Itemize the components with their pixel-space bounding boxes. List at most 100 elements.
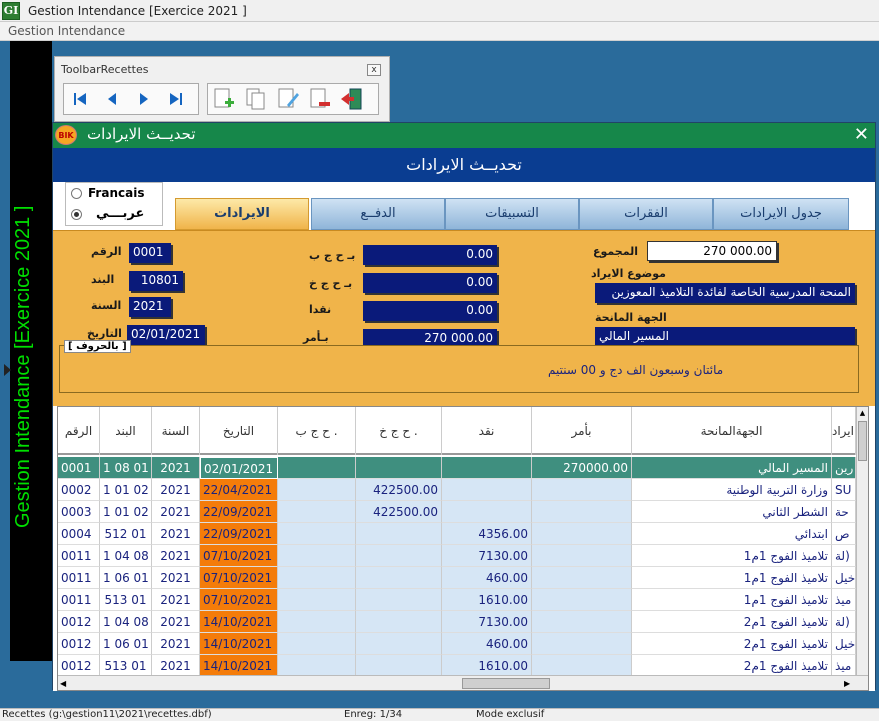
cell-year[interactable]: 2021	[152, 501, 200, 523]
cell-order[interactable]	[532, 523, 632, 545]
cell-revenue[interactable]: ص	[832, 523, 856, 545]
cell-number[interactable]: 0011	[58, 589, 100, 611]
cell-year[interactable]: 2021	[152, 611, 200, 633]
item-field[interactable]: 10801	[129, 271, 183, 291]
table-row[interactable]: 0002 1 01 02 2021 22/04/2021 422500.00 وزارة …	[58, 479, 856, 501]
cell-ccp[interactable]	[278, 523, 356, 545]
cell-number[interactable]: 0003	[58, 501, 100, 523]
col-year[interactable]: السنة	[152, 407, 200, 455]
cell-treasury[interactable]	[356, 567, 442, 589]
cell-revenue[interactable]: لة)	[832, 545, 856, 567]
cell-item[interactable]: 1 06 01	[100, 633, 152, 655]
cell-revenue[interactable]: ميذ	[832, 589, 856, 611]
treasury-field[interactable]: 0.00	[363, 273, 497, 293]
cell-revenue[interactable]: ميذ	[832, 655, 856, 677]
cell-ccp[interactable]	[278, 655, 356, 677]
cell-number[interactable]: 0011	[58, 545, 100, 567]
grid-vertical-scrollbar[interactable]: ▲	[856, 407, 868, 675]
col-donor[interactable]: الجهةالمانحة	[632, 407, 832, 455]
subject-field[interactable]: المنحة المدرسية الخاصة لفائدة التلاميذ ا…	[595, 283, 855, 303]
cell-ccp[interactable]	[278, 567, 356, 589]
cell-donor[interactable]: تلاميذ الفوج 1م1	[632, 589, 832, 611]
cell-year[interactable]: 2021	[152, 567, 200, 589]
cell-ccp[interactable]	[278, 501, 356, 523]
delete-record-button[interactable]	[304, 84, 336, 114]
radio-francais[interactable]	[71, 188, 82, 199]
cell-date[interactable]: 22/09/2021	[200, 523, 278, 545]
col-revenue[interactable]: ايراد	[832, 407, 856, 455]
cell-date[interactable]: 14/10/2021	[200, 633, 278, 655]
cell-revenue[interactable]: لة)	[832, 611, 856, 633]
cell-year[interactable]: 2021	[152, 479, 200, 501]
cell-treasury[interactable]: 422500.00	[356, 501, 442, 523]
add-record-button[interactable]	[208, 84, 240, 114]
cell-order[interactable]	[532, 655, 632, 677]
cell-order[interactable]	[532, 479, 632, 501]
scroll-right-icon[interactable]: ▶	[844, 678, 854, 689]
cell-treasury[interactable]	[356, 457, 442, 479]
cell-treasury[interactable]: 422500.00	[356, 479, 442, 501]
cell-treasury[interactable]	[356, 523, 442, 545]
cell-revenue[interactable]: خيل	[832, 633, 856, 655]
cell-ccp[interactable]	[278, 611, 356, 633]
cell-item[interactable]: 1 04 08	[100, 545, 152, 567]
tab-paragraphs[interactable]: الفقرات	[579, 198, 713, 230]
cell-cash[interactable]	[442, 457, 532, 479]
table-row[interactable]: 0012 1 06 01 2021 14/10/2021 460.00 تلاميذ ال…	[58, 633, 856, 655]
edit-record-button[interactable]	[272, 84, 304, 114]
cell-date[interactable]: 14/10/2021	[200, 611, 278, 633]
cell-item[interactable]: 1 04 08	[100, 611, 152, 633]
grid-horizontal-scrollbar[interactable]: ◀ ▶	[58, 675, 868, 690]
donor-field[interactable]: المسير المالي	[595, 327, 855, 347]
cell-cash[interactable]: 1610.00	[442, 589, 532, 611]
cell-item[interactable]: 1 08 01	[100, 457, 152, 479]
cell-revenue[interactable]: خيل	[832, 567, 856, 589]
previous-record-button[interactable]	[96, 84, 128, 114]
cell-order[interactable]	[532, 501, 632, 523]
cell-treasury[interactable]	[356, 589, 442, 611]
cell-year[interactable]: 2021	[152, 633, 200, 655]
cell-treasury[interactable]	[356, 611, 442, 633]
scroll-up-icon[interactable]: ▲	[858, 409, 867, 417]
cell-item[interactable]: 513 01	[100, 589, 152, 611]
cell-ccp[interactable]	[278, 633, 356, 655]
cell-treasury[interactable]	[356, 633, 442, 655]
cell-number[interactable]: 0004	[58, 523, 100, 545]
cell-number[interactable]: 0012	[58, 633, 100, 655]
tab-payment[interactable]: الدفــع	[311, 198, 445, 230]
next-record-button[interactable]	[128, 84, 160, 114]
date-field[interactable]: 02/01/2021	[127, 325, 205, 345]
cell-treasury[interactable]	[356, 545, 442, 567]
exit-button[interactable]	[336, 84, 368, 114]
cell-ccp[interactable]	[278, 479, 356, 501]
col-date[interactable]: التاريخ	[200, 407, 278, 455]
cell-revenue[interactable]: SU	[832, 479, 856, 501]
cell-donor[interactable]: تلاميذ الفوج 1م2	[632, 655, 832, 677]
cell-donor[interactable]: الشطر الثاني	[632, 501, 832, 523]
cell-donor[interactable]: وزارة التربية الوطنية	[632, 479, 832, 501]
cell-cash[interactable]	[442, 479, 532, 501]
table-row[interactable]: 0012 1 04 08 2021 14/10/2021 7130.00 تلاميذ ا…	[58, 611, 856, 633]
col-cash[interactable]: نقد	[442, 407, 532, 455]
cell-treasury[interactable]	[356, 655, 442, 677]
col-number[interactable]: الرقم	[58, 407, 100, 455]
cell-item[interactable]: 512 01	[100, 523, 152, 545]
cell-year[interactable]: 2021	[152, 589, 200, 611]
cell-donor[interactable]: المسير المالي	[632, 457, 832, 479]
last-record-button[interactable]	[160, 84, 192, 114]
cell-date[interactable]: 22/04/2021	[200, 479, 278, 501]
table-row[interactable]: 0011 1 06 01 2021 07/10/2021 460.00 تلاميذ ال…	[58, 567, 856, 589]
cell-cash[interactable]: 1610.00	[442, 655, 532, 677]
table-row[interactable]: 0003 1 01 02 2021 22/09/2021 422500.00 الشطر …	[58, 501, 856, 523]
table-row[interactable]: 0011 1 04 08 2021 07/10/2021 7130.00 تلاميذ ا…	[58, 545, 856, 567]
cell-cash[interactable]	[442, 501, 532, 523]
table-row[interactable]: 0004 512 01 2021 22/09/2021 4356.00 ابتدائي ص	[58, 523, 856, 545]
cell-donor[interactable]: تلاميذ الفوج 1م2	[632, 611, 832, 633]
total-field[interactable]: 270 000.00	[647, 241, 777, 261]
year-field[interactable]: 2021	[129, 297, 171, 317]
cell-donor[interactable]: تلاميذ الفوج 1م2	[632, 633, 832, 655]
cell-order[interactable]	[532, 611, 632, 633]
table-row[interactable]: 0012 513 01 2021 14/10/2021 1610.00 تلاميذ ال…	[58, 655, 856, 677]
cell-donor[interactable]: ابتدائي	[632, 523, 832, 545]
radio-arabic[interactable]	[71, 209, 82, 220]
